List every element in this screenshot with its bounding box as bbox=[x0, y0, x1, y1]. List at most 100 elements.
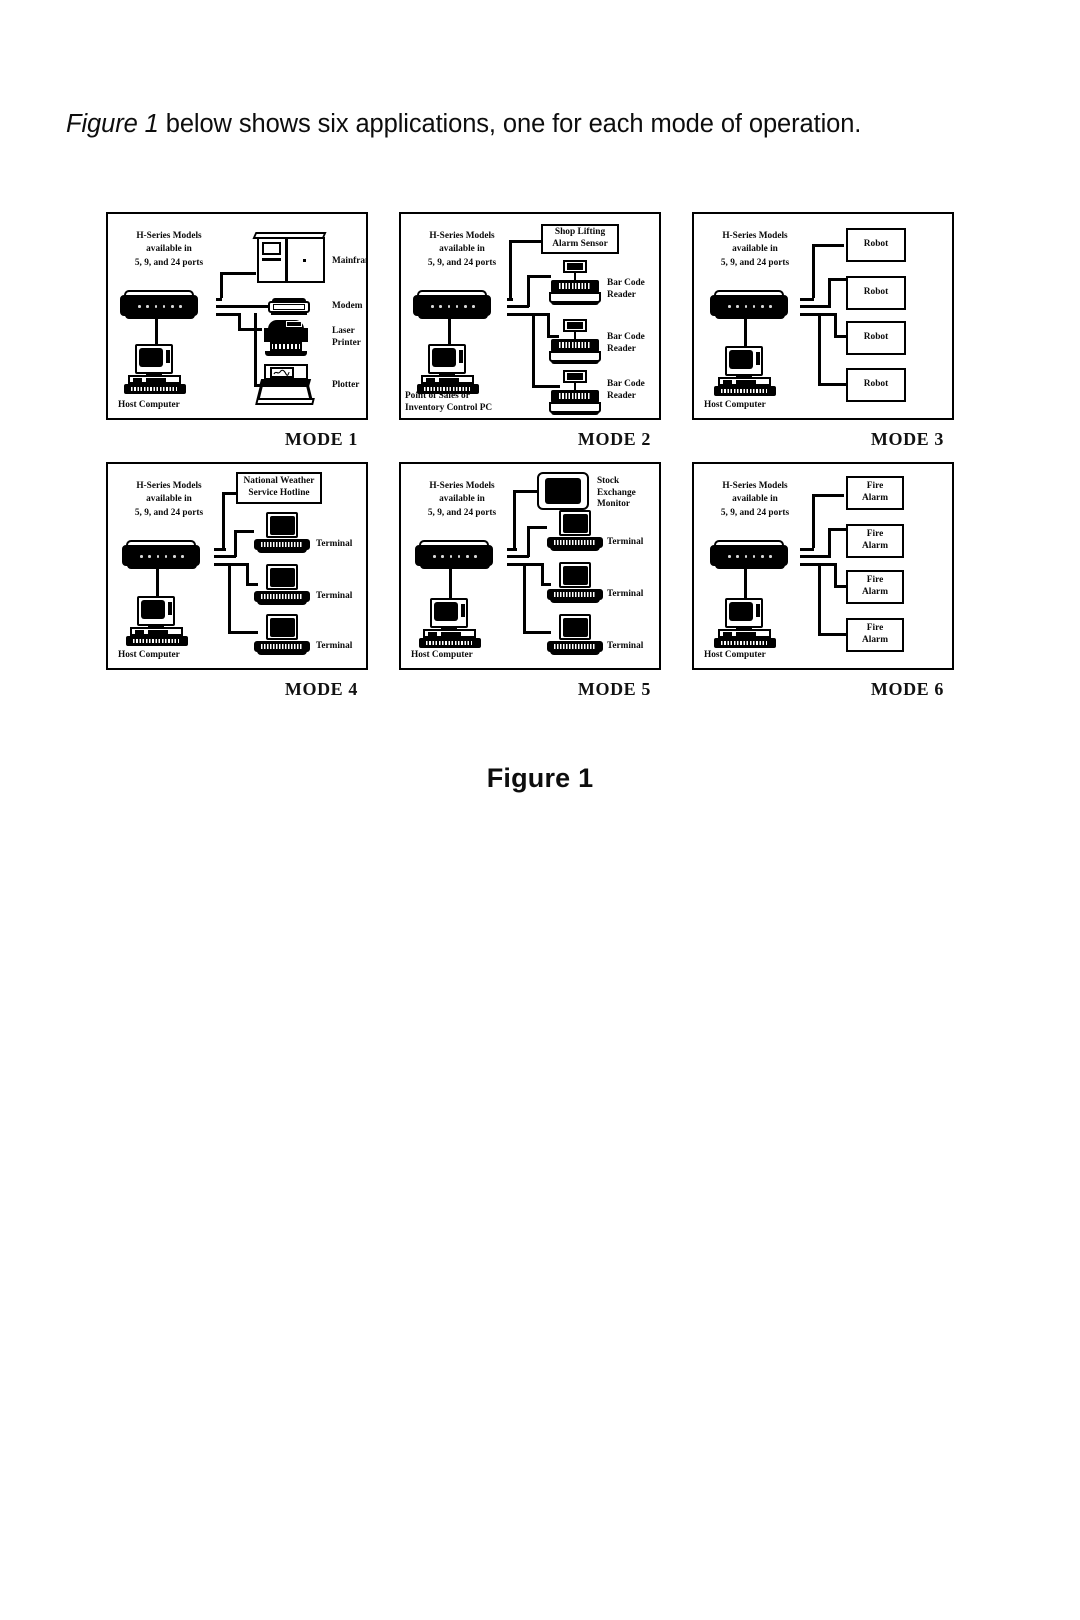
hseries-line-2: available in bbox=[439, 494, 485, 505]
label-fire-alarm-1-line-2: Alarm bbox=[861, 493, 889, 503]
wire-term1-h bbox=[507, 555, 529, 558]
wire-robot2-h bbox=[800, 305, 830, 308]
hseries-line-2: available in bbox=[146, 244, 192, 255]
hseries-line-2: available in bbox=[732, 494, 778, 505]
modem-icon bbox=[268, 298, 310, 316]
label-fire-alarm-3-line-2: Alarm bbox=[861, 587, 889, 597]
wire-robot2-v bbox=[828, 278, 831, 308]
mode-5-panel: H-Series Models available in 5, 9, and 2… bbox=[399, 462, 661, 670]
hseries-line-3: 5, 9, and 24 ports bbox=[720, 257, 790, 268]
label-terminal-2: Terminal bbox=[316, 591, 353, 601]
wire-term3-v bbox=[228, 563, 231, 633]
wire-sensor-v bbox=[509, 240, 512, 298]
terminal-3-icon bbox=[254, 614, 310, 656]
mode-4-cell: H-Series Models available in 5, 9, and 2… bbox=[106, 462, 368, 712]
label-fire-alarm-2-line-1: Fire bbox=[866, 529, 884, 540]
plotter-icon bbox=[255, 364, 315, 406]
wire-bcr2-h bbox=[507, 313, 549, 316]
figure-caption: Figure 1 bbox=[486, 763, 594, 793]
wire-term2-v bbox=[246, 563, 249, 585]
mainframe-icon bbox=[252, 232, 328, 284]
wire-host-v bbox=[744, 319, 747, 349]
national-weather-service-hotline-box: National Weather Service Hotline bbox=[236, 472, 322, 504]
wire-host-v bbox=[744, 569, 747, 601]
terminal-1-icon bbox=[547, 510, 603, 552]
mode-2-label: MODE 2 bbox=[577, 429, 651, 449]
hub-shadow bbox=[125, 315, 195, 319]
label-stock-line-1: Stock bbox=[597, 476, 620, 486]
h-series-hub bbox=[120, 290, 198, 320]
label-laser-printer-line-1: Laser bbox=[332, 326, 355, 336]
shop-lifting-alarm-sensor-box: Shop Lifting Alarm Sensor bbox=[541, 224, 619, 254]
stock-exchange-monitor-icon bbox=[537, 472, 589, 512]
label-pos-line-2: Inventory Control PC bbox=[405, 403, 493, 414]
wire-stock-v bbox=[513, 490, 516, 548]
hseries-caption: H-Series Models available in 5, 9, and 2… bbox=[700, 480, 810, 520]
label-fire-alarm-2-line-2: Alarm bbox=[861, 541, 889, 551]
label-laser-printer-line-2: Printer bbox=[332, 337, 361, 348]
robot-4-box: Robot bbox=[846, 368, 906, 402]
wire-robot1-v bbox=[812, 244, 815, 298]
plotter-drawing-icon bbox=[273, 369, 290, 376]
robot-1-box: Robot bbox=[846, 228, 906, 262]
robot-2-box: Robot bbox=[846, 276, 906, 310]
wire-mainframe-v bbox=[220, 272, 223, 298]
label-host-computer: Host Computer bbox=[118, 650, 180, 661]
wire-alarm1-h bbox=[812, 494, 844, 497]
label-fire-alarm-1-line-1: Fire bbox=[866, 481, 884, 492]
label-plotter: Plotter bbox=[332, 380, 360, 390]
wire-term1-v bbox=[234, 530, 237, 557]
wire-alarm3-v bbox=[834, 563, 837, 587]
label-terminal-2: Terminal bbox=[607, 589, 644, 599]
label-pos-line-1: Point of Sales or bbox=[405, 390, 470, 401]
wire-hub-out-1 bbox=[507, 548, 517, 551]
label-fire-alarm-4-line-2: Alarm bbox=[861, 635, 889, 645]
wire-modem-h bbox=[216, 305, 268, 308]
mode-1-label: MODE 1 bbox=[284, 429, 358, 449]
wire-hub-out-1 bbox=[214, 548, 226, 551]
fire-alarm-4-box: Fire Alarm bbox=[846, 618, 904, 652]
wire-robot4-h bbox=[818, 383, 846, 386]
hseries-line-1: H-Series Models bbox=[429, 481, 495, 491]
mode-2-cell: H-Series Models available in 5, 9, and 2… bbox=[399, 212, 661, 462]
wire-term1-h2 bbox=[527, 526, 547, 529]
hseries-line-3: 5, 9, and 24 ports bbox=[427, 257, 497, 268]
h-series-hub bbox=[710, 540, 788, 570]
fire-alarm-2-box: Fire Alarm bbox=[846, 524, 904, 558]
label-bar-code-reader-3: Bar Code Reader bbox=[607, 379, 645, 402]
label-bcr2-line-2: Reader bbox=[607, 343, 636, 354]
wire-alarm4-h bbox=[818, 633, 846, 636]
hseries-line-3: 5, 9, and 24 ports bbox=[134, 507, 204, 518]
bar-code-reader-2-icon bbox=[549, 319, 601, 365]
mode-3-panel: H-Series Models available in 5, 9, and 2… bbox=[692, 212, 954, 420]
wire-sensor-h bbox=[509, 240, 541, 243]
label-weather-line-2: Service Hotline bbox=[248, 488, 310, 498]
mode-3-cell: H-Series Models available in 5, 9, and 2… bbox=[692, 212, 954, 462]
h-series-hub bbox=[710, 290, 788, 320]
wire-term3-v bbox=[523, 563, 526, 633]
hseries-caption: H-Series Models available in 5, 9, and 2… bbox=[114, 480, 224, 520]
label-host-computer: Host Computer bbox=[411, 650, 473, 661]
wire-robot1-h bbox=[812, 244, 844, 247]
wire-robot3-h2 bbox=[834, 335, 846, 338]
mode-1-cell: H-Series Models available in 5, 9, and 2… bbox=[106, 212, 368, 462]
wire-bcr1-h2 bbox=[527, 275, 551, 278]
host-computer-icon bbox=[124, 344, 186, 394]
wire-host-v bbox=[155, 319, 158, 347]
wire-printer-h bbox=[216, 313, 240, 316]
hseries-line-1: H-Series Models bbox=[136, 231, 202, 241]
fire-alarm-3-box: Fire Alarm bbox=[846, 570, 904, 604]
label-point-of-sale-pc: Point of Sales or Inventory Control PC bbox=[403, 390, 533, 415]
wire-hub-out-1 bbox=[507, 298, 513, 301]
host-computer-icon bbox=[714, 346, 776, 396]
label-stock-exchange-monitor: Stock Exchange Monitor bbox=[597, 476, 636, 511]
bar-code-reader-1-icon bbox=[549, 260, 601, 306]
wire-bcr1-h bbox=[507, 305, 529, 308]
wire-alarm4-v bbox=[818, 563, 821, 635]
label-bcr3-line-2: Reader bbox=[607, 390, 636, 401]
wire-hub-out-1 bbox=[800, 298, 814, 301]
label-fire-alarm-3-line-1: Fire bbox=[866, 575, 884, 586]
hseries-line-1: H-Series Models bbox=[136, 481, 202, 491]
hseries-line-1: H-Series Models bbox=[429, 231, 495, 241]
wire-alarm2-h bbox=[800, 555, 830, 558]
